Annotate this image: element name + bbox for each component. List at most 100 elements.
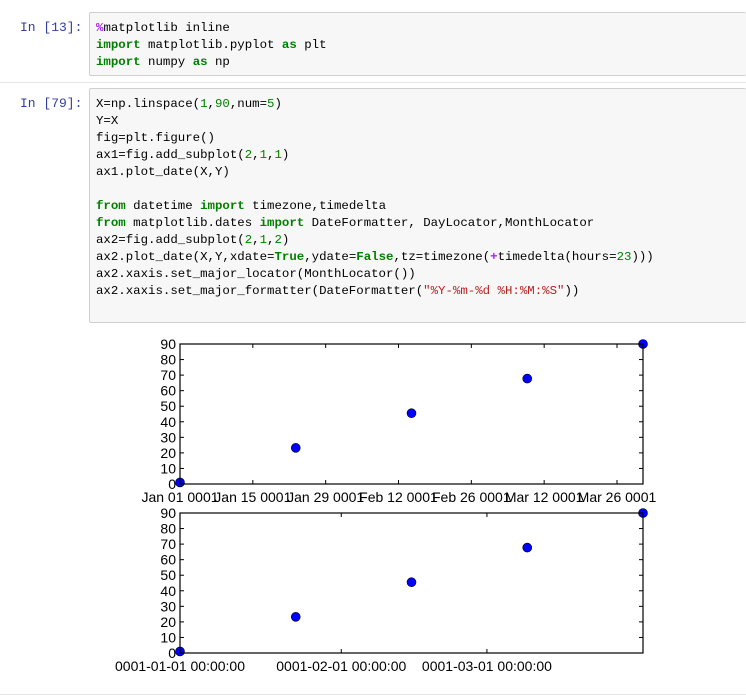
code-token: datetime xyxy=(125,199,201,213)
data-point xyxy=(406,408,417,419)
code-token: False xyxy=(356,250,394,264)
code-token: numpy xyxy=(140,55,193,69)
y-tick-label: 70 xyxy=(160,536,176,552)
y-tick-label: 80 xyxy=(160,352,176,368)
code-token: import xyxy=(259,216,305,230)
code-token: , xyxy=(252,148,260,162)
code-token: 1 xyxy=(259,233,268,247)
code-token: ax2.plot_date(X,Y,xdate= xyxy=(96,250,275,264)
code-token: 1 xyxy=(274,148,282,162)
data-point xyxy=(522,542,533,553)
code-line: import matplotlib.pyplot as plt xyxy=(96,37,327,54)
code-line: from matplotlib.dates import DateFormatt… xyxy=(96,215,654,232)
code-line: ax2=fig.add_subplot(2,1,2) xyxy=(96,232,654,249)
code-editor[interactable]: X=np.linspace(1,90,num=5) Y=X fig=plt.figu… xyxy=(96,96,654,300)
y-tick-label: 60 xyxy=(160,552,176,568)
y-tick-label: 90 xyxy=(160,505,176,521)
y-tick-label: 50 xyxy=(160,398,176,414)
code-token: ,num= xyxy=(229,97,268,111)
y-tick-label: 30 xyxy=(160,598,176,614)
code-token: timezone,timedelta xyxy=(244,199,387,213)
y-tick-label: 10 xyxy=(160,629,176,645)
x-tick-label: 0001-02-01 00:00:00 xyxy=(276,658,406,674)
code-line: ax1.plot_date(X,Y) xyxy=(96,164,654,181)
code-token: + xyxy=(490,250,498,264)
code-token: as xyxy=(281,38,297,52)
code-token: matplotlib.dates xyxy=(125,216,260,230)
code-line: fig=plt.figure() xyxy=(96,130,654,147)
data-point xyxy=(522,373,533,384)
code-token: ,tz=timezone( xyxy=(393,250,491,264)
code-token: X=np.linspace( xyxy=(96,97,201,111)
code-token: matplotlib.pyplot xyxy=(140,38,282,52)
code-line: from datetime import timezone,timedelta xyxy=(96,198,654,215)
code-line: %matplotlib inline xyxy=(96,20,327,37)
code-line: ax1=fig.add_subplot(2,1,1) xyxy=(96,147,654,164)
data-point xyxy=(290,443,301,453)
code-token: matplotlib inline xyxy=(103,21,230,35)
y-tick-label: 70 xyxy=(160,367,176,383)
code-editor[interactable]: %matplotlib inline import matplotlib.pypl… xyxy=(96,20,327,71)
x-tick-label: Feb 26 0001 xyxy=(432,489,511,505)
code-token: )) xyxy=(564,284,580,298)
x-tick-label: Feb 12 0001 xyxy=(359,489,438,505)
data-point xyxy=(290,612,301,622)
x-tick-label: 0001-03-01 00:00:00 xyxy=(422,658,552,674)
cell-prompt: In [79]: xyxy=(20,96,83,111)
code-token: ) xyxy=(281,233,290,247)
y-tick-label: 50 xyxy=(160,567,176,583)
code-cell-input[interactable]: X=np.linspace(1,90,num=5) Y=X fig=plt.figu… xyxy=(89,88,746,323)
code-token: plt xyxy=(296,38,327,52)
x-tick-label: 0001-01-01 00:00:00 xyxy=(115,658,245,674)
code-token: "%Y-%m-%d %H:%M:%S" xyxy=(423,284,565,298)
code-token: ))) xyxy=(631,250,654,264)
code-line: ax2.xaxis.set_major_locator(MonthLocator… xyxy=(96,266,654,283)
code-token: import xyxy=(200,199,245,213)
code-token: , xyxy=(252,233,260,247)
x-tick-label: Mar 12 0001 xyxy=(505,489,584,505)
code-token: 23 xyxy=(616,250,632,264)
code-line: X=np.linspace(1,90,num=5) xyxy=(96,96,654,113)
y-tick-label: 90 xyxy=(160,336,176,352)
code-token: ax1=fig.add_subplot( xyxy=(96,148,245,162)
code-token: as xyxy=(192,55,208,69)
code-token: from xyxy=(96,216,126,230)
code-token: ) xyxy=(281,148,290,162)
code-token: np xyxy=(207,55,230,69)
y-tick-label: 60 xyxy=(160,383,176,399)
x-tick-label: Mar 26 0001 xyxy=(578,489,657,505)
code-token: timedelta(hours= xyxy=(497,250,617,264)
code-token: 90 xyxy=(214,97,230,111)
y-tick-label: 40 xyxy=(160,414,176,430)
code-token: ax2=fig.add_subplot( xyxy=(96,233,245,247)
y-tick-label: 20 xyxy=(160,614,176,630)
code-token: Y=X xyxy=(96,114,119,128)
data-point xyxy=(406,577,417,588)
y-tick-label: 80 xyxy=(160,521,176,537)
y-tick-label: 40 xyxy=(160,583,176,599)
code-token: 1 xyxy=(200,97,208,111)
code-line: ax2.plot_date(X,Y,xdate=True,ydate=False… xyxy=(96,249,654,266)
x-tick-label: Jan 29 0001 xyxy=(287,489,364,505)
code-token: DateFormatter, DayLocator,MonthLocator xyxy=(304,216,595,230)
code-token: ax2.xaxis.set_major_locator(MonthLocator… xyxy=(96,267,416,281)
code-token: ,ydate= xyxy=(304,250,357,264)
subplot-1: 0102030405060708090Jan 01 0001Jan 15 000… xyxy=(141,336,656,505)
output-figure: 0102030405060708090Jan 01 0001Jan 15 000… xyxy=(115,336,657,674)
code-token: ) xyxy=(274,97,282,111)
code-line: ax2.xaxis.set_major_formatter(DateFormat… xyxy=(96,283,654,300)
y-tick-label: 20 xyxy=(160,445,176,461)
code-token: import xyxy=(96,55,141,69)
x-tick-label: Jan 15 0001 xyxy=(214,489,291,505)
code-token: fig=plt.figure() xyxy=(96,131,215,145)
code-line: Y=X xyxy=(96,113,654,130)
code-cell-input[interactable]: %matplotlib inline import matplotlib.pypl… xyxy=(89,12,746,76)
code-token: 1 xyxy=(259,148,268,162)
subplot-2: 01020304050607080900001-01-01 00:00:00 00… xyxy=(115,505,648,674)
code-token: from xyxy=(96,199,126,213)
y-tick-label: 10 xyxy=(160,460,176,476)
code-token: , xyxy=(207,97,215,111)
code-token: 2 xyxy=(274,233,282,247)
cell-prompt: In [13]: xyxy=(20,20,83,35)
